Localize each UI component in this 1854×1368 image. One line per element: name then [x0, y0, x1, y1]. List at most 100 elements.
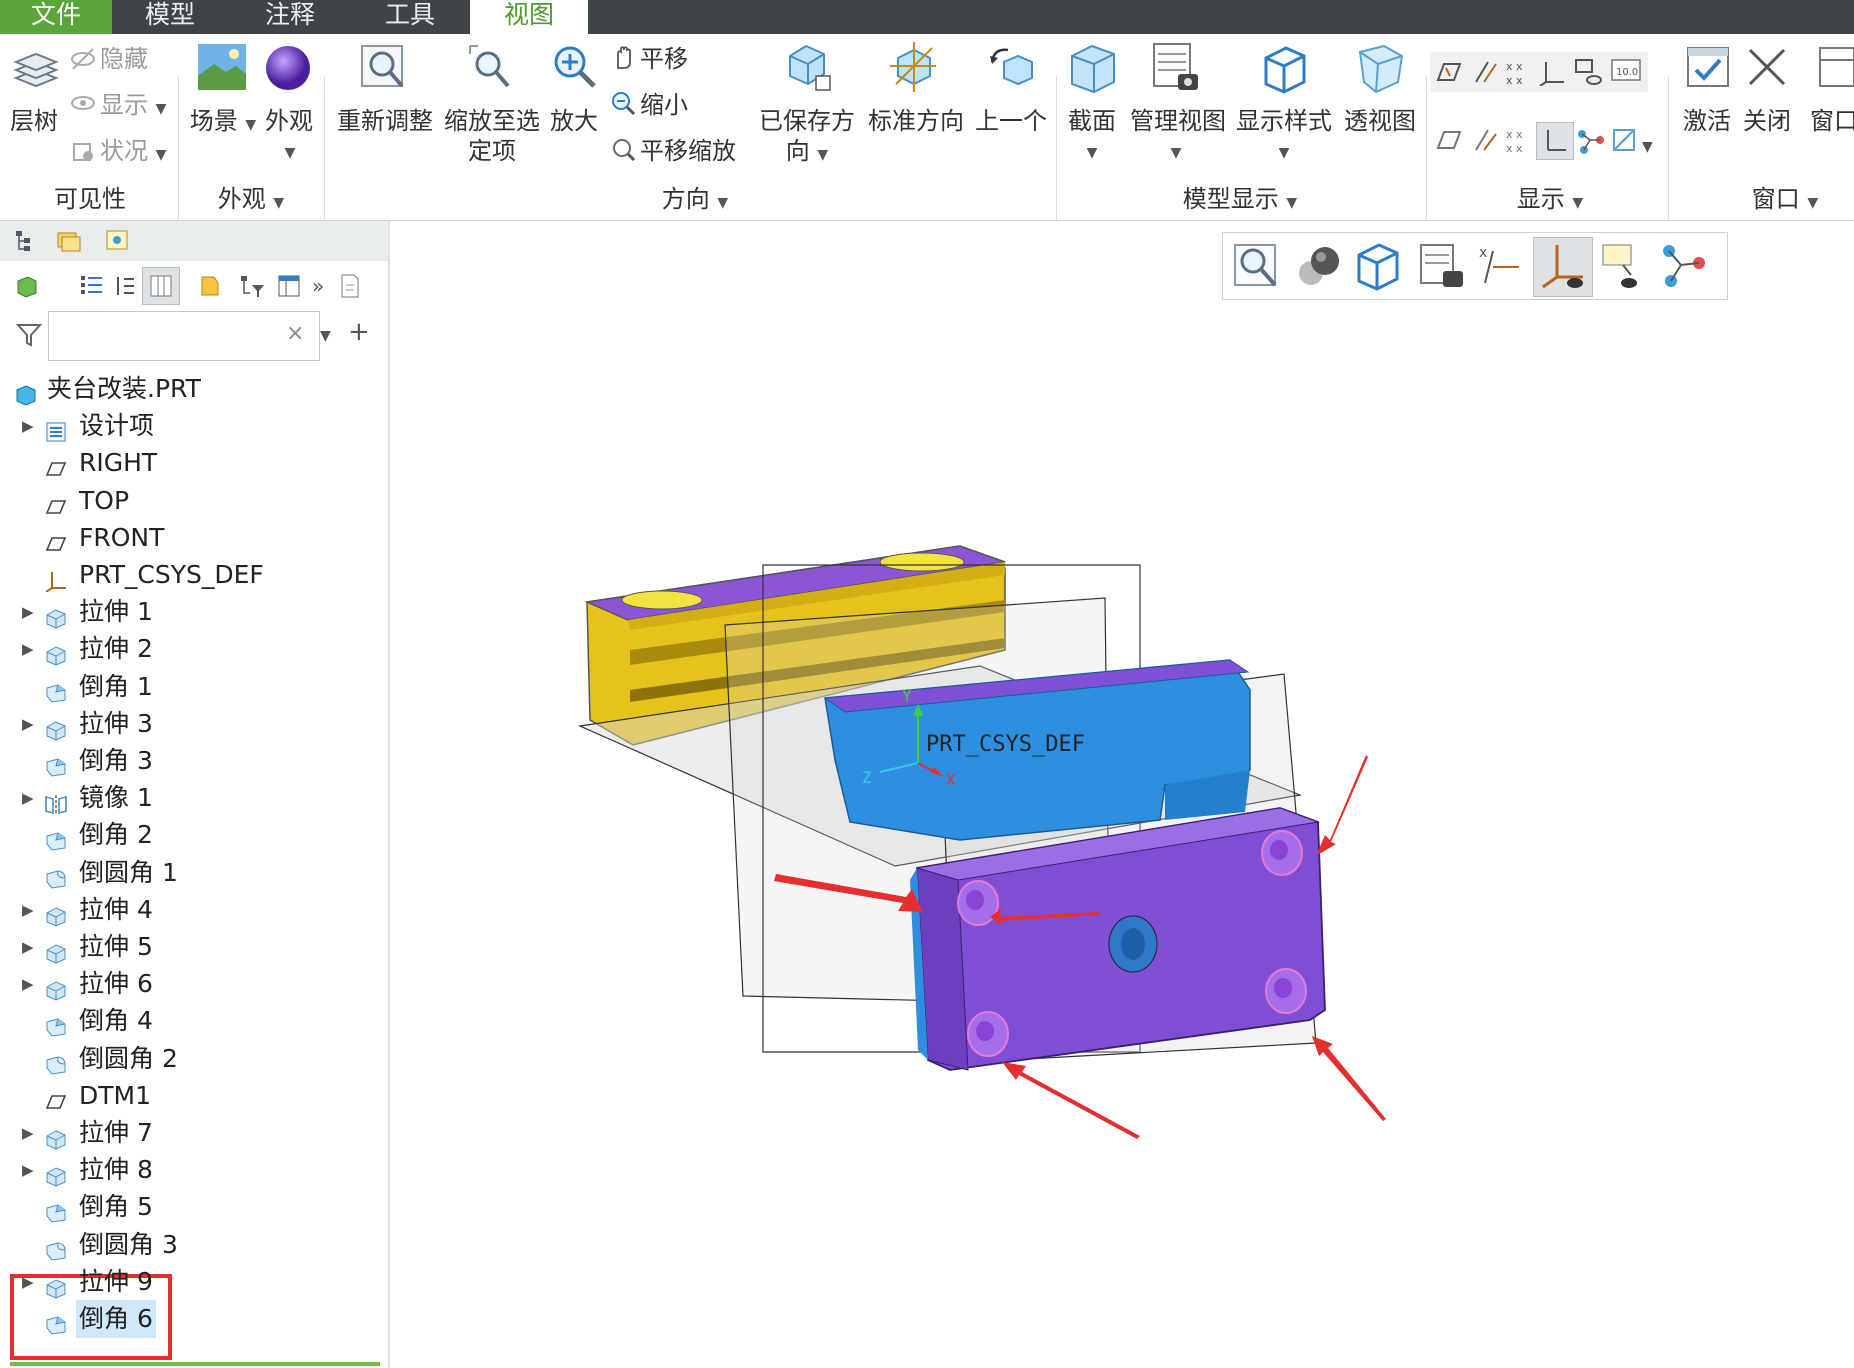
- tree-list-icon[interactable]: [78, 273, 104, 303]
- tree-item[interactable]: RIGHT: [0, 444, 380, 482]
- perspective-button[interactable]: 透视图: [1338, 106, 1422, 136]
- previous-view-icon[interactable]: [984, 42, 1036, 98]
- model-icon[interactable]: [14, 273, 40, 303]
- tree-item[interactable]: 倒角 1: [0, 668, 380, 706]
- tab-annotate[interactable]: 注释: [232, 0, 348, 34]
- expand-arrow-icon[interactable]: ▶: [22, 630, 34, 668]
- axis-tag-icon[interactable]: [1470, 126, 1500, 158]
- activate-button[interactable]: 激活: [1678, 106, 1736, 136]
- add-filter-button[interactable]: +: [348, 317, 370, 347]
- tree-root-item[interactable]: 夹台改装.PRT: [0, 370, 380, 408]
- tab-model[interactable]: 模型: [112, 0, 228, 34]
- tree-search-input[interactable]: [48, 311, 320, 361]
- tree-notes-icon[interactable]: [338, 273, 362, 303]
- expand-arrow-icon[interactable]: ▶: [22, 407, 34, 445]
- zoom-selected-icon[interactable]: [464, 42, 516, 98]
- tree-item[interactable]: 倒角 2: [0, 816, 380, 854]
- tab-view[interactable]: 视图: [470, 0, 588, 34]
- tree-item[interactable]: FRONT: [0, 519, 380, 557]
- tree-item[interactable]: ▶ 拉伸 7: [0, 1114, 380, 1152]
- favorites-tab-icon[interactable]: [104, 227, 130, 257]
- plane-display-icon[interactable]: [1434, 58, 1464, 90]
- standard-orientation-button[interactable]: 标准方向: [864, 106, 968, 136]
- annotation-display-icon[interactable]: [1574, 58, 1604, 90]
- more-tools-button[interactable]: »: [312, 271, 324, 301]
- layer-tree-icon[interactable]: [12, 48, 60, 96]
- refit-button[interactable]: 重新调整: [334, 106, 436, 136]
- tree-item[interactable]: ▶ 设计项: [0, 407, 380, 445]
- tree-item[interactable]: 倒圆角 3: [0, 1226, 380, 1264]
- tree-item[interactable]: 倒角 3: [0, 742, 380, 780]
- show-icon-toggle[interactable]: [196, 273, 222, 303]
- section-display-icon[interactable]: [1610, 126, 1640, 158]
- manage-views-dropdown[interactable]: ▼: [1164, 138, 1188, 168]
- point-display-icon[interactable]: x xx x: [1504, 58, 1534, 90]
- tree-item[interactable]: DTM1: [0, 1077, 380, 1115]
- pan-button[interactable]: 平移: [640, 44, 688, 74]
- expand-arrow-icon[interactable]: ▶: [22, 593, 34, 631]
- display-style-icon[interactable]: [1353, 241, 1403, 295]
- close-icon[interactable]: [1744, 44, 1790, 94]
- zoom-out-button[interactable]: 缩小: [640, 90, 688, 120]
- annotation-display-icon[interactable]: [1599, 241, 1649, 295]
- tree-item[interactable]: 倒角 4: [0, 1002, 380, 1040]
- manage-views-icon[interactable]: [1148, 40, 1202, 98]
- scene-icon[interactable]: [196, 42, 248, 96]
- layer-tree-button[interactable]: 层树: [4, 106, 64, 136]
- refit-icon[interactable]: [1231, 241, 1281, 295]
- section-button[interactable]: 截面: [1062, 106, 1122, 136]
- display-style-dropdown[interactable]: ▼: [1272, 138, 1296, 168]
- spin-center-icon[interactable]: [1659, 241, 1709, 295]
- tree-item[interactable]: PRT_CSYS_DEF: [0, 556, 380, 594]
- expand-arrow-icon[interactable]: ▶: [22, 928, 34, 966]
- expand-arrow-icon[interactable]: ▶: [22, 1263, 34, 1301]
- scene-button[interactable]: 场景 ▼: [188, 106, 258, 140]
- group-orientation-label[interactable]: 方向 ▼: [620, 184, 770, 218]
- tree-item[interactable]: ▶ 拉伸 3: [0, 705, 380, 743]
- datum-display-icon[interactable]: x: [1475, 241, 1525, 295]
- show-button[interactable]: 显示 ▼: [100, 90, 166, 124]
- display-style-icon[interactable]: [1258, 42, 1312, 100]
- show-more-dropdown[interactable]: ▼: [1642, 132, 1653, 162]
- standard-orientation-icon[interactable]: [886, 40, 940, 98]
- graphics-viewport[interactable]: [390, 221, 1854, 1368]
- filter-options-dropdown[interactable]: ▼: [320, 321, 331, 351]
- dimension-display-icon[interactable]: 10.0: [1610, 56, 1644, 90]
- close-window-button[interactable]: 关闭: [1738, 106, 1796, 136]
- section-icon[interactable]: [1066, 42, 1120, 100]
- expand-arrow-icon[interactable]: ▶: [22, 1151, 34, 1189]
- manage-views-button[interactable]: 管理视图: [1126, 106, 1230, 136]
- group-show-label[interactable]: 显示 ▼: [1500, 184, 1600, 218]
- expand-arrow-icon[interactable]: ▶: [22, 891, 34, 929]
- spin-center-icon[interactable]: [1576, 126, 1606, 158]
- tree-item[interactable]: ▶ 拉伸 6: [0, 965, 380, 1003]
- tree-settings-icon[interactable]: [276, 273, 302, 303]
- group-appearance-label[interactable]: 外观 ▼: [196, 184, 306, 218]
- model-tree-tab-icon[interactable]: [14, 229, 36, 257]
- tab-tools[interactable]: 工具: [352, 0, 468, 34]
- section-dropdown[interactable]: ▼: [1080, 138, 1104, 168]
- point-tag-icon[interactable]: x xx x: [1504, 126, 1534, 158]
- clear-filter-button[interactable]: ×: [286, 319, 304, 349]
- csys-display-icon[interactable]: [1538, 58, 1568, 90]
- pan-zoom-button[interactable]: 平移缩放: [640, 136, 736, 166]
- tree-item[interactable]: TOP: [0, 482, 380, 520]
- previous-view-button[interactable]: 上一个: [972, 106, 1050, 136]
- expand-arrow-icon[interactable]: ▶: [22, 779, 34, 817]
- saved-orientations-button[interactable]: 已保存方向 ▼: [756, 106, 858, 170]
- tree-item[interactable]: ▶ 拉伸 5: [0, 928, 380, 966]
- tree-item[interactable]: ▶ 镜像 1: [0, 779, 380, 817]
- group-model-display-label[interactable]: 模型显示 ▼: [1150, 184, 1330, 218]
- expand-arrow-icon[interactable]: ▶: [22, 965, 34, 1003]
- tree-item[interactable]: 倒圆角 2: [0, 1040, 380, 1078]
- tree-item[interactable]: 倒圆角 1: [0, 854, 380, 892]
- perspective-icon[interactable]: [1354, 42, 1408, 100]
- group-window-label[interactable]: 窗口 ▼: [1730, 184, 1840, 218]
- display-style-button[interactable]: 显示样式: [1232, 106, 1336, 136]
- tree-indent-icon[interactable]: [112, 273, 138, 303]
- saved-views-icon[interactable]: [1415, 241, 1465, 295]
- zoom-in-icon[interactable]: [548, 40, 600, 96]
- appearance-button[interactable]: 外观: [258, 106, 320, 136]
- tree-item[interactable]: ▶ 拉伸 2: [0, 630, 380, 668]
- expand-arrow-icon[interactable]: ▶: [22, 705, 34, 743]
